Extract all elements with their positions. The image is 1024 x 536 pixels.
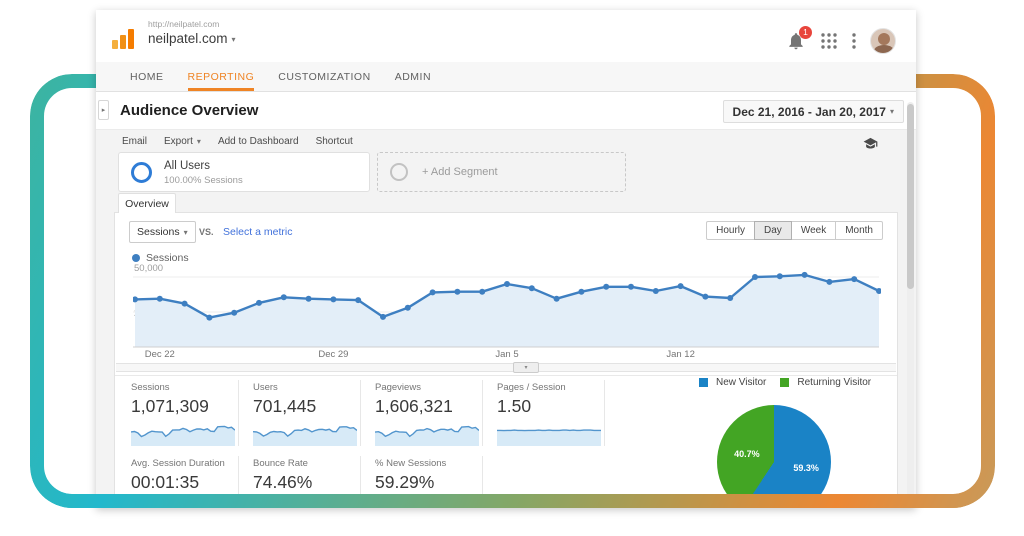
add-to-dashboard-button[interactable]: Add to Dashboard <box>218 136 299 147</box>
sparkline <box>375 420 479 446</box>
sparkline <box>131 420 235 446</box>
add-segment-label: + Add Segment <box>422 166 498 178</box>
user-avatar[interactable] <box>870 28 896 54</box>
scorecard-label: Bounce Rate <box>253 458 360 469</box>
export-button[interactable]: Export <box>164 136 201 147</box>
notification-badge: 1 <box>799 26 812 39</box>
chevron-down-icon <box>232 35 236 44</box>
title-bar: Audience Overview Dec 21, 2016 - Jan 20,… <box>96 92 916 130</box>
scorecard-pageviews[interactable]: Pageviews 1,606,321 <box>361 380 483 446</box>
segment-ring-icon <box>131 162 152 183</box>
scorecard-pages-per-session[interactable]: Pages / Session 1.50 <box>483 380 605 446</box>
report-toolbar: Email Export Add to Dashboard Shortcut <box>122 136 353 147</box>
apps-grid-icon[interactable] <box>820 32 838 50</box>
scorecard-label: Avg. Session Duration <box>131 458 238 469</box>
x-axis-tick: Jan 12 <box>666 349 695 360</box>
legend-label-returning-visitor: Returning Visitor <box>797 377 871 388</box>
account-selector[interactable]: http://neilpatel.com neilpatel.com <box>148 19 236 46</box>
add-segment-button[interactable]: + Add Segment <box>377 152 626 192</box>
main-nav: HOME REPORTING CUSTOMIZATION ADMIN <box>96 62 916 92</box>
shortcut-button[interactable]: Shortcut <box>316 136 353 147</box>
kebab-menu-icon[interactable] <box>852 33 856 49</box>
segment-name: All Users <box>164 160 210 172</box>
vs-label: VS. <box>199 227 214 237</box>
select-metric-link[interactable]: Select a metric <box>223 226 292 238</box>
sparkline <box>253 420 357 446</box>
pie-value-new-visitor: 59.3% <box>793 463 819 473</box>
scorecard-value: 1.50 <box>497 396 604 417</box>
nav-customization[interactable]: CUSTOMIZATION <box>278 62 370 91</box>
page: http://neilpatel.com neilpatel.com 1 HOM… <box>0 0 1024 536</box>
segment-detail: 100.00% Sessions <box>164 175 243 186</box>
app-header: http://neilpatel.com neilpatel.com 1 <box>96 10 916 62</box>
granularity-hourly-button[interactable]: Hourly <box>706 221 755 240</box>
scorecards-row-1: Sessions 1,071,309 Users 701,445 Pagevie… <box>117 380 605 446</box>
vertical-scrollbar[interactable] <box>907 102 914 506</box>
granularity-month-button[interactable]: Month <box>835 221 883 240</box>
pie-legend: New Visitor Returning Visitor <box>699 377 877 388</box>
scorecard-value: 1,606,321 <box>375 396 482 417</box>
scorecard-label: Pages / Session <box>497 382 604 393</box>
nav-home[interactable]: HOME <box>130 62 164 91</box>
property-name: neilpatel.com <box>148 31 236 46</box>
metric-select[interactable]: Sessions <box>129 221 196 243</box>
sessions-line-chart <box>133 259 881 351</box>
analytics-logo-icon <box>112 23 138 49</box>
granularity-week-button[interactable]: Week <box>791 221 836 240</box>
email-button[interactable]: Email <box>122 136 147 147</box>
scorecard-sessions[interactable]: Sessions 1,071,309 <box>117 380 239 446</box>
timeline-scrollbar-handle[interactable] <box>513 362 539 373</box>
scorecard-label: Pageviews <box>375 382 482 393</box>
nav-reporting[interactable]: REPORTING <box>188 62 255 91</box>
legend-swatch-returning-visitor <box>780 378 789 387</box>
granularity-day-button[interactable]: Day <box>754 221 792 240</box>
collapse-sidebar-button[interactable] <box>98 100 109 120</box>
tab-overview[interactable]: Overview <box>118 193 176 213</box>
chevron-down-icon <box>890 107 894 116</box>
date-range-selector[interactable]: Dec 21, 2016 - Jan 20, 2017 <box>723 100 904 123</box>
granularity-group: Hourly Day Week Month <box>706 221 883 240</box>
nav-admin[interactable]: ADMIN <box>395 62 431 91</box>
property-url: http://neilpatel.com <box>148 19 236 29</box>
divider <box>115 375 897 376</box>
page-title: Audience Overview <box>120 102 258 119</box>
chevron-down-icon <box>197 137 201 146</box>
legend-swatch-new-visitor <box>699 378 708 387</box>
notifications-button[interactable]: 1 <box>786 31 806 51</box>
segment-ring-icon <box>390 163 408 181</box>
x-axis-tick: Jan 5 <box>495 349 518 360</box>
intelligence-icon[interactable] <box>863 136 878 151</box>
scorecard-label: Sessions <box>131 382 238 393</box>
report-panel: Sessions VS. Select a metric Hourly Day … <box>114 212 898 508</box>
pie-value-returning-visitor: 40.7% <box>734 449 760 459</box>
scorecard-label: Users <box>253 382 360 393</box>
x-axis-ticks: Dec 22 Dec 29 Jan 5 Jan 12 <box>133 349 881 361</box>
legend-label-new-visitor: New Visitor <box>716 377 766 388</box>
analytics-window: http://neilpatel.com neilpatel.com 1 HOM… <box>96 10 916 508</box>
timeline-scrollbar[interactable] <box>116 363 896 372</box>
chevron-down-icon <box>184 228 188 237</box>
segment-all-users[interactable]: All Users 100.00% Sessions <box>118 152 370 192</box>
scorecard-label: % New Sessions <box>375 458 482 469</box>
scorecard-value: 701,445 <box>253 396 360 417</box>
scrollbar-thumb[interactable] <box>907 104 914 289</box>
sparkline <box>497 420 601 446</box>
x-axis-tick: Dec 22 <box>145 349 175 360</box>
content-area: Email Export Add to Dashboard Shortcut A… <box>96 130 916 508</box>
scorecard-users[interactable]: Users 701,445 <box>239 380 361 446</box>
scorecard-value: 1,071,309 <box>131 396 238 417</box>
x-axis-tick: Dec 29 <box>318 349 348 360</box>
